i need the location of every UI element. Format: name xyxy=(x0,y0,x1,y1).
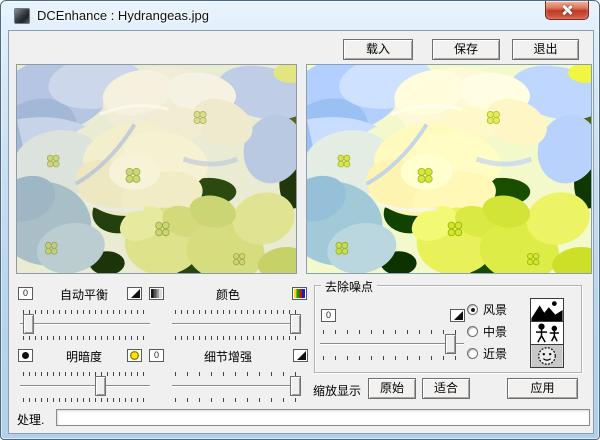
zoom-fit-button[interactable]: 适合 xyxy=(422,378,470,399)
apply-button[interactable]: 应用 xyxy=(507,378,578,399)
radio-landscape[interactable]: 风景 xyxy=(467,302,507,317)
color-rgb-icon[interactable] xyxy=(292,287,307,300)
noise-removal-legend: 去除噪点 xyxy=(321,278,378,295)
auto-balance-reset-button[interactable]: 0 xyxy=(18,287,33,300)
noise-slider xyxy=(319,329,465,363)
tick-marks xyxy=(175,336,297,340)
radio-medium-label: 中景 xyxy=(483,325,508,339)
color-slider xyxy=(171,309,301,343)
radio-circle xyxy=(467,348,478,359)
tick-marks xyxy=(23,398,147,402)
auto-balance-label: 自动平衡 xyxy=(59,288,108,302)
close-button[interactable] xyxy=(545,1,589,20)
zoom-display-label: 缩放显示 xyxy=(313,384,362,398)
noise-removal-group: 去除噪点 0 风景 中景 近景 xyxy=(314,278,582,373)
app-icon xyxy=(14,8,30,24)
landscape-icon[interactable] xyxy=(530,298,564,322)
detail-reset-button[interactable]: 0 xyxy=(149,349,164,362)
titlebar[interactable]: DCEnhance : Hydrangeas.jpg xyxy=(1,1,599,30)
tick-marks xyxy=(23,336,147,340)
radio-landscape-label: 风景 xyxy=(483,303,508,317)
window-title: DCEnhance : Hydrangeas.jpg xyxy=(37,8,209,23)
color-contrast-icon[interactable] xyxy=(149,287,164,300)
radio-closeup[interactable]: 近景 xyxy=(467,346,507,361)
radio-medium[interactable]: 中景 xyxy=(467,324,507,339)
mode-icon-column xyxy=(530,298,564,368)
color-slider-thumb[interactable] xyxy=(290,314,301,334)
exit-button[interactable]: 退出 xyxy=(512,39,579,60)
original-preview xyxy=(16,64,297,274)
slider-track[interactable] xyxy=(172,385,300,387)
save-button[interactable]: 保存 xyxy=(432,39,500,60)
auto-balance-slider-thumb[interactable] xyxy=(22,314,34,334)
slider-track[interactable] xyxy=(20,323,150,325)
noise-gradient-icon[interactable] xyxy=(450,309,465,322)
auto-balance-slider xyxy=(19,309,151,343)
radio-circle xyxy=(467,326,478,337)
color-label: 颜色 xyxy=(215,288,240,302)
slider-track[interactable] xyxy=(172,323,300,325)
tick-marks xyxy=(175,398,297,402)
tick-marks xyxy=(323,356,461,360)
client-area: 载入 保存 退出 0 自动平衡 颜色 明暗度 0 细节增强 去除噪点 0 风景 … xyxy=(8,30,594,434)
close-icon xyxy=(562,5,572,15)
slider-track[interactable] xyxy=(320,343,464,345)
people-icon[interactable] xyxy=(530,321,564,345)
detail-slider xyxy=(171,371,301,405)
progress-field xyxy=(56,409,590,426)
brightness-slider-thumb[interactable] xyxy=(95,376,107,396)
enhanced-preview xyxy=(306,64,592,274)
face-icon[interactable] xyxy=(530,344,564,368)
load-button[interactable]: 载入 xyxy=(343,39,413,60)
brightness-slider xyxy=(19,371,151,405)
brightness-dark-icon[interactable] xyxy=(18,349,33,362)
app-window: DCEnhance : Hydrangeas.jpg 载入 保存 退出 0 自动… xyxy=(0,0,600,440)
noise-reset-button[interactable]: 0 xyxy=(321,309,336,322)
noise-slider-thumb[interactable] xyxy=(444,334,456,354)
brightness-label: 明暗度 xyxy=(65,350,102,364)
detail-gradient-icon[interactable] xyxy=(293,349,308,362)
radio-circle xyxy=(467,304,478,315)
detail-label: 细节增强 xyxy=(203,350,252,364)
process-label: 处理. xyxy=(17,413,45,427)
zoom-original-button[interactable]: 原始 xyxy=(368,378,416,399)
brightness-sun-icon[interactable] xyxy=(127,349,142,362)
slider-track[interactable] xyxy=(20,385,150,387)
detail-slider-thumb[interactable] xyxy=(290,376,301,396)
auto-balance-gradient-icon[interactable] xyxy=(127,287,142,300)
radio-closeup-label: 近景 xyxy=(483,347,508,361)
